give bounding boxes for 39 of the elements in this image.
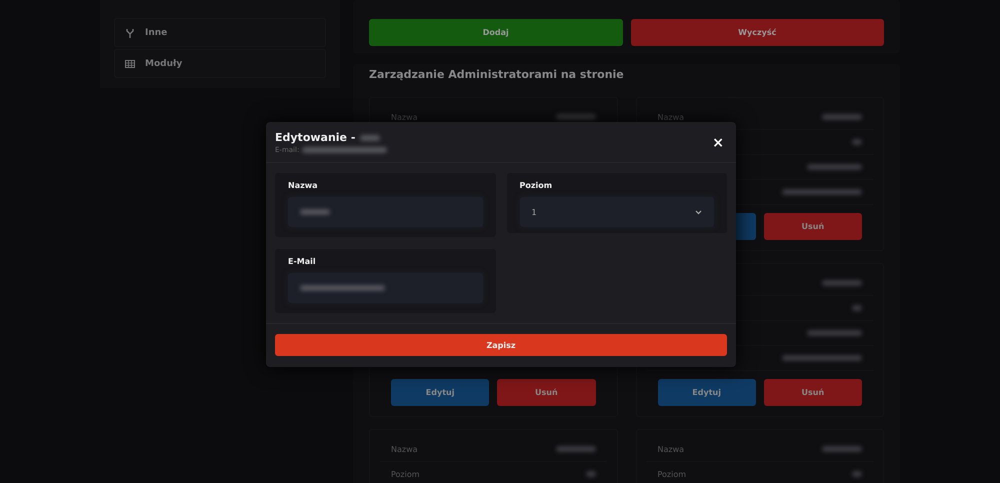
- field-label: Nazwa: [658, 444, 684, 454]
- blurred-text: [852, 305, 862, 311]
- save-button[interactable]: Zapisz: [275, 334, 727, 356]
- field-label: Nazwa: [391, 444, 418, 454]
- sidebar-item[interactable]: Inne: [114, 18, 326, 47]
- field-label: E-Mail: [288, 257, 317, 266]
- blurred-text: [360, 134, 380, 140]
- input-field[interactable]: [288, 197, 482, 227]
- field-label: Nazwa: [288, 181, 319, 190]
- blurred-text: [586, 471, 596, 477]
- field-label: Poziom: [658, 470, 686, 478]
- blurred-text: [556, 446, 596, 452]
- delete-button[interactable]: Usuń: [764, 379, 862, 406]
- input-field[interactable]: [288, 273, 482, 303]
- blurred-text: [807, 164, 862, 170]
- blurred-text: [822, 446, 862, 452]
- blurred-text: [822, 280, 862, 286]
- field-label: Poziom: [520, 181, 554, 190]
- edit-button[interactable]: Edytuj: [391, 379, 490, 406]
- modal-title: Edytowanie -: [275, 131, 356, 144]
- level-select[interactable]: 1: [520, 197, 714, 227]
- table-icon: [125, 58, 135, 68]
- chevron-down-icon: [695, 210, 702, 214]
- clear-button[interactable]: Wyczyść: [630, 19, 884, 46]
- blurred-text: [556, 114, 596, 120]
- blurred-text: [807, 330, 862, 336]
- fork-icon: [125, 28, 135, 38]
- blurred-text: [852, 139, 862, 145]
- blurred-text: [852, 471, 862, 477]
- edit-button[interactable]: Edytuj: [658, 379, 756, 406]
- blurred-text: [300, 209, 330, 215]
- delete-button[interactable]: Usuń: [497, 379, 596, 406]
- section-title: Zarządzanie Administratorami na stronie: [369, 68, 625, 81]
- delete-button[interactable]: Usuń: [764, 213, 862, 240]
- add-button[interactable]: Dodaj: [369, 19, 622, 46]
- sidebar-item[interactable]: Moduły: [114, 49, 326, 78]
- close-button[interactable]: ×: [709, 134, 727, 150]
- field-label: Poziom: [391, 470, 420, 478]
- blurred-text: [822, 114, 862, 120]
